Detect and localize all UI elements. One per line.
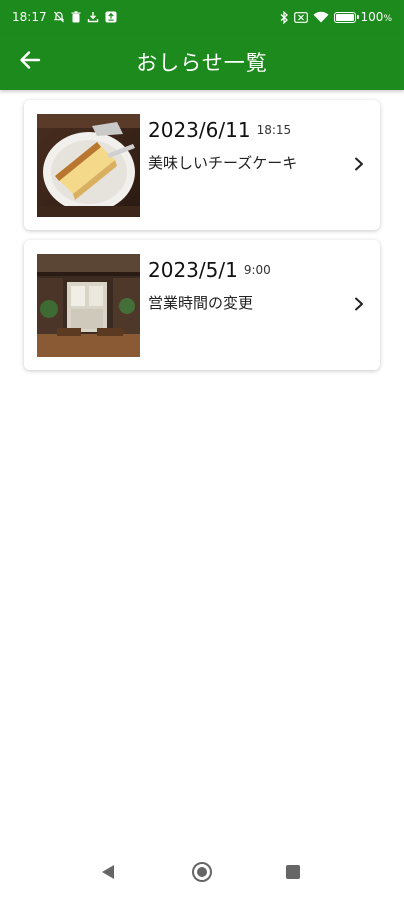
- download-icon: [87, 11, 99, 23]
- status-time: 18:17: [12, 10, 47, 24]
- status-right: 100%: [280, 10, 392, 24]
- cafe-interior-image: [37, 254, 140, 357]
- news-date-text: 2023/5/1: [148, 258, 238, 282]
- battery-percent: 100%: [360, 10, 392, 24]
- battery-icon: [333, 11, 359, 23]
- status-bar: 18:17 100%: [0, 0, 404, 34]
- bluetooth-icon: [280, 10, 289, 24]
- chevron-right-icon: [352, 296, 366, 312]
- cheesecake-image: [37, 114, 140, 217]
- page-title: おしらせ一覧: [136, 51, 268, 75]
- recents-square-icon[interactable]: [281, 860, 305, 884]
- notification-muted-icon: [53, 11, 65, 23]
- app-bar: おしらせ一覧: [0, 34, 404, 90]
- arrow-left-icon: [19, 50, 41, 74]
- trash-icon: [71, 11, 81, 23]
- status-left: 18:17: [12, 10, 117, 24]
- news-time: 9:00: [243, 263, 271, 277]
- news-title: 営業時間の変更: [148, 294, 254, 312]
- wifi-icon: [313, 11, 329, 23]
- news-date-text: 2023/6/11: [148, 118, 251, 142]
- news-card[interactable]: 2023/5/1 9:00 営業時間の変更: [24, 240, 380, 370]
- battery-fill: [335, 13, 354, 21]
- chevron-right-icon: [352, 156, 366, 172]
- news-card[interactable]: 2023/6/11 18:15 美味しいチーズケーキ: [24, 100, 380, 230]
- back-button[interactable]: [10, 42, 50, 82]
- news-date: 2023/5/1 9:00: [148, 258, 271, 282]
- app-badge-icon: [105, 11, 117, 23]
- news-list: 2023/6/11 18:15 美味しいチーズケーキ 2023/5/1 9:00…: [24, 100, 381, 380]
- news-time: 18:15: [256, 123, 292, 137]
- back-triangle-icon[interactable]: [96, 860, 120, 884]
- news-title: 美味しいチーズケーキ: [148, 154, 298, 172]
- news-date: 2023/6/11 18:15: [148, 118, 291, 142]
- home-circle-icon[interactable]: [190, 860, 214, 884]
- system-nav-bar: [0, 846, 404, 900]
- no-sim-icon: [293, 11, 308, 23]
